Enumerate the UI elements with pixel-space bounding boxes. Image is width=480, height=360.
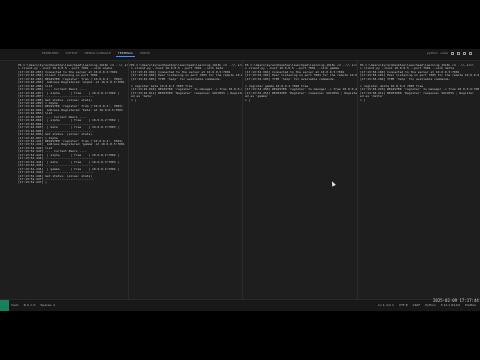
trash-icon[interactable] [457,51,460,55]
panel-tab-bar: PROBLEMS OUTPUT DEBUG CONSOLE TERMINAL P… [0,49,480,61]
status-right: Ln 1, Col 1 UTF-8 CRLF Python 3.12.1 64-… [378,303,476,307]
tab-debug-console[interactable]: DEBUG CONSOLE [83,50,113,57]
tab-terminal[interactable]: TERMINAL [115,50,136,57]
terminal-output: PS C:\Users\kyran\Desktop\launchpad\lear… [18,63,132,185]
status-cursor-position[interactable]: Ln 1, Col 1 [378,303,394,307]
terminal-output: PS C:\Users\kyran\Desktop\launchpad\lear… [360,63,479,102]
terminal-pane-server[interactable]: PS C:\Users\kyran\Desktop\launchpad\lear… [16,61,136,300]
close-icon[interactable] [469,51,472,55]
panel-tabs: PROBLEMS OUTPUT DEBUG CONSOLE TERMINAL P… [40,50,152,57]
status-encoding[interactable]: UTF-8 [399,303,408,307]
taskbar-clock: 2025-02-09 17:17:44 [433,298,479,303]
terminal-output: PS C:\Users\kyran\Desktop\launchpad\lear… [131,63,243,102]
split-terminal-icon[interactable] [451,51,454,55]
remote-indicator[interactable] [0,300,9,311]
terminal-profile-python[interactable]: python [427,51,438,55]
terminal-profile-node[interactable]: node [441,51,449,55]
terminal-pane-client-2[interactable]: PS C:\Users\kyran\Desktop\launchpad\lear… [128,61,243,300]
status-indent[interactable]: Spaces: 4 [40,303,55,307]
status-problems[interactable]: ⊗ 0 ⚠ 0 [24,303,36,307]
terminal-pane-client-3[interactable]: PS C:\Users\kyran\Desktop\launchpad\lear… [242,61,357,300]
status-bar: main ⊗ 0 ⚠ 0 Spaces: 4 Ln 1, Col 1 UTF-8… [0,299,480,311]
terminal-output: PS C:\Users\kyran\Desktop\launchpad\lear… [245,63,357,102]
status-eol[interactable]: CRLF [413,303,421,307]
terminal-toolbar: python node [427,51,472,55]
status-left: main ⊗ 0 ⚠ 0 Spaces: 4 [11,303,55,307]
status-language[interactable]: Python [425,303,435,307]
video-frame: PROBLEMS OUTPUT DEBUG CONSOLE TERMINAL P… [0,0,480,360]
status-prettier[interactable]: Prettier [465,303,476,307]
status-interpreter[interactable]: 3.12.1 64-bit [441,303,460,307]
vscode-window: PROBLEMS OUTPUT DEBUG CONSOLE TERMINAL P… [0,49,480,311]
tab-problems[interactable]: PROBLEMS [40,50,60,57]
terminal-pane-client-4[interactable]: PS C:\Users\kyran\Desktop\launchpad\lear… [357,61,479,300]
tab-ports[interactable]: PORTS [138,50,152,57]
status-branch[interactable]: main [11,303,19,307]
maximize-panel-icon[interactable] [463,51,466,55]
tab-output[interactable]: OUTPUT [63,50,79,57]
